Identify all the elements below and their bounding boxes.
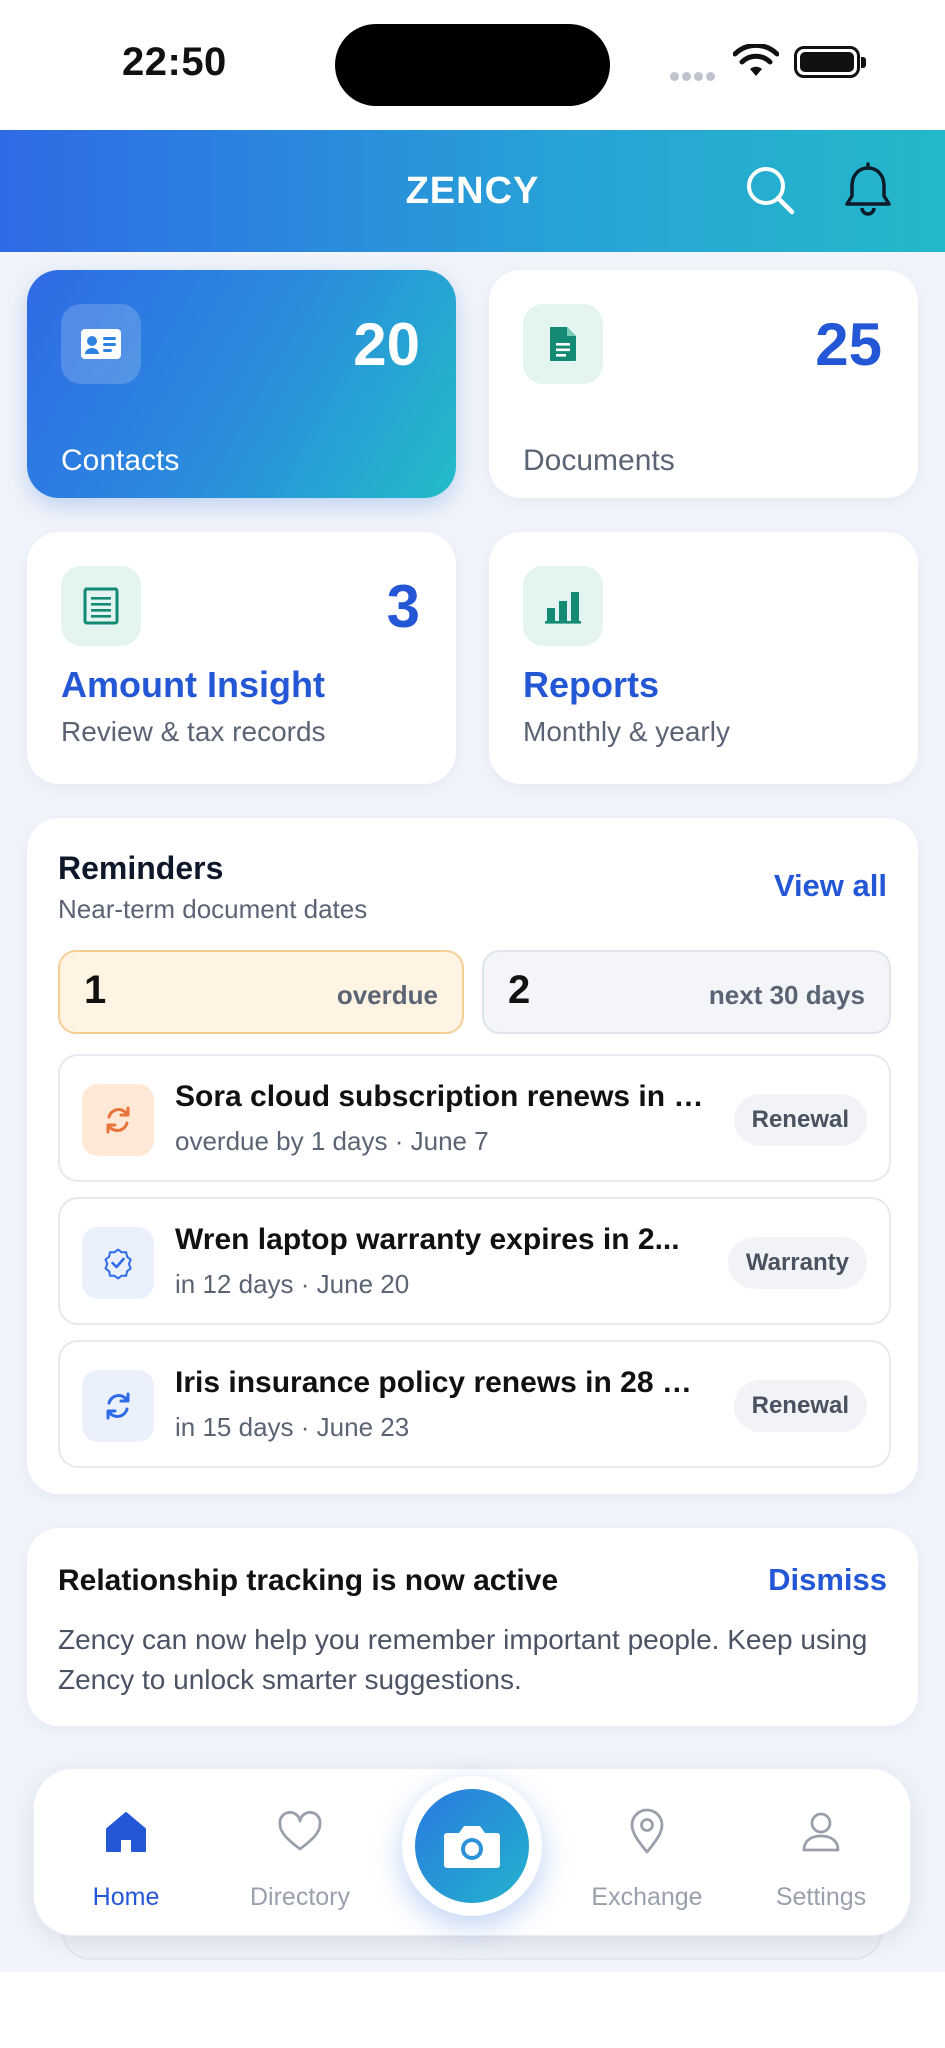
documents-label: Documents bbox=[523, 444, 675, 477]
banner-title: Relationship tracking is now active bbox=[58, 1564, 559, 1597]
tab-exchange-label: Exchange bbox=[591, 1883, 703, 1911]
reminder-meta: in 12 days · June 20 bbox=[175, 1269, 410, 1299]
refresh-icon bbox=[82, 1370, 154, 1442]
document-icon bbox=[523, 304, 603, 384]
reminders-subtitle: Near-term document dates bbox=[58, 894, 368, 924]
relationship-banner: Relationship tracking is now active Dism… bbox=[27, 1528, 918, 1726]
status-time: 22:50 bbox=[122, 40, 227, 84]
tab-home[interactable]: Home bbox=[56, 1769, 196, 1937]
documents-card[interactable]: 25 Documents bbox=[489, 270, 918, 498]
status-bar: 22:50 bbox=[0, 0, 945, 130]
overdue-filter[interactable]: 1 overdue bbox=[58, 950, 464, 1034]
home-indicator-area bbox=[0, 1972, 945, 2048]
view-all-link[interactable]: View all bbox=[774, 868, 887, 904]
wifi-icon bbox=[733, 44, 779, 76]
next-30-days-filter[interactable]: 2 next 30 days bbox=[482, 950, 891, 1034]
bell-icon[interactable] bbox=[838, 160, 898, 220]
reminder-title: Iris insurance policy renews in 28 d... bbox=[175, 1366, 705, 1399]
tab-settings[interactable]: Settings bbox=[751, 1769, 891, 1937]
reminder-meta: overdue by 1 days · June 7 bbox=[175, 1126, 489, 1156]
reports-title: Reports bbox=[523, 664, 660, 705]
reminder-tag: Renewal bbox=[733, 1094, 867, 1146]
reminder-tag: Renewal bbox=[733, 1380, 867, 1432]
camera-icon bbox=[415, 1789, 529, 1903]
upcoming-count: 2 bbox=[508, 968, 531, 1012]
reminder-row[interactable]: Wren laptop warranty expires in 2... in … bbox=[58, 1197, 891, 1325]
reminder-title: Wren laptop warranty expires in 2... bbox=[175, 1223, 680, 1256]
tab-settings-label: Settings bbox=[775, 1883, 867, 1911]
camera-button[interactable] bbox=[402, 1776, 542, 1916]
home-icon bbox=[106, 1812, 146, 1852]
cellular-signal-icon bbox=[670, 68, 722, 81]
reminders-title: Reminders bbox=[58, 850, 224, 886]
reminder-meta: in 15 days · June 23 bbox=[175, 1412, 410, 1442]
person-icon bbox=[802, 1812, 840, 1852]
contact-card-icon bbox=[61, 304, 141, 384]
receipt-icon bbox=[61, 566, 141, 646]
refresh-icon bbox=[82, 1084, 154, 1156]
reminder-tag: Warranty bbox=[727, 1237, 867, 1289]
tab-directory[interactable]: Directory bbox=[230, 1769, 370, 1937]
bar-chart-icon bbox=[523, 566, 603, 646]
overdue-label: overdue bbox=[336, 980, 438, 1010]
documents-count: 25 bbox=[815, 311, 882, 378]
amount-insight-title: Amount Insight bbox=[61, 664, 325, 705]
dynamic-island bbox=[335, 24, 610, 106]
amount-insight-card[interactable]: 3 Amount Insight Review & tax records bbox=[27, 532, 456, 784]
dismiss-button[interactable]: Dismiss bbox=[768, 1562, 887, 1598]
home-content: 20 Contacts 25 Documents 3 Amount Insigh… bbox=[0, 252, 945, 1972]
amount-insight-count: 3 bbox=[386, 573, 420, 640]
banner-body: Zency can now help you remember importan… bbox=[58, 1624, 868, 1695]
app-header: ZENCY bbox=[0, 130, 945, 252]
reminder-row[interactable]: Sora cloud subscription renews in 1... o… bbox=[58, 1054, 891, 1182]
amount-insight-subtitle: Review & tax records bbox=[61, 716, 326, 747]
contacts-card[interactable]: 20 Contacts bbox=[27, 270, 456, 498]
search-icon[interactable] bbox=[740, 160, 800, 220]
upcoming-label: next 30 days bbox=[708, 980, 865, 1010]
reminder-title: Sora cloud subscription renews in 1... bbox=[175, 1080, 705, 1113]
app-title: ZENCY bbox=[405, 170, 540, 212]
reminders-card: Reminders Near-term document dates View … bbox=[27, 818, 918, 1494]
contacts-count: 20 bbox=[353, 311, 420, 378]
tab-home-label: Home bbox=[92, 1883, 160, 1911]
battery-icon bbox=[794, 46, 866, 78]
location-pin-icon bbox=[630, 1808, 664, 1854]
reports-card[interactable]: Reports Monthly & yearly bbox=[489, 532, 918, 784]
shield-check-icon bbox=[82, 1227, 154, 1299]
tab-exchange[interactable]: Exchange bbox=[577, 1769, 717, 1937]
reports-subtitle: Monthly & yearly bbox=[523, 716, 730, 747]
contacts-label: Contacts bbox=[61, 444, 180, 477]
overdue-count: 1 bbox=[84, 968, 107, 1012]
tab-directory-label: Directory bbox=[249, 1883, 350, 1911]
reminder-row[interactable]: Iris insurance policy renews in 28 d... … bbox=[58, 1340, 891, 1468]
heart-icon bbox=[278, 1811, 322, 1851]
